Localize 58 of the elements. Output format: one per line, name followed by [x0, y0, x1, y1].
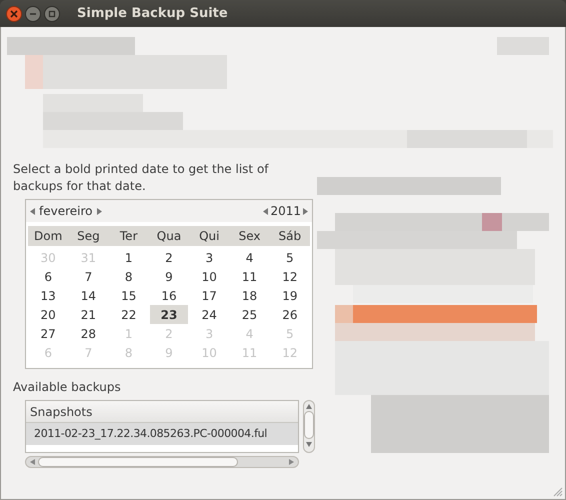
calendar-day[interactable]: 18: [230, 286, 269, 305]
scrollbar-thumb[interactable]: [304, 411, 314, 439]
calendar-day[interactable]: 24: [190, 305, 228, 324]
calendar-day[interactable]: 26: [270, 305, 309, 324]
maximize-icon[interactable]: [44, 6, 60, 22]
previous-year-icon[interactable]: [263, 208, 268, 214]
calendar-day[interactable]: 17: [190, 286, 228, 305]
calendar-day[interactable]: 27: [29, 324, 68, 343]
weekday-label: Dom: [33, 228, 64, 245]
calendar-day[interactable]: 22: [110, 305, 148, 324]
calendar-day[interactable]: 25: [230, 305, 269, 324]
calendar-day[interactable]: 3: [190, 248, 228, 267]
calendar-day[interactable]: 19: [270, 286, 309, 305]
calendar-day[interactable]: 20: [29, 305, 68, 324]
month-label: fevereiro: [39, 203, 92, 220]
calendar-day[interactable]: 9: [150, 267, 188, 286]
minimize-icon[interactable]: [25, 6, 41, 22]
calendar-day[interactable]: 4: [230, 248, 269, 267]
section-label: Available backups: [13, 379, 121, 396]
window-title: Simple Backup Suite: [77, 4, 228, 23]
vertical-scrollbar[interactable]: [303, 400, 315, 453]
calendar-day[interactable]: 2: [150, 248, 188, 267]
calendar-day[interactable]: 11: [230, 267, 269, 286]
column-header[interactable]: Snapshots: [26, 401, 298, 423]
calendar-day[interactable]: 6: [29, 267, 68, 286]
up-arrow-icon[interactable]: [306, 404, 312, 409]
calendar-day[interactable]: 5: [270, 248, 309, 267]
calendar-day[interactable]: 23: [150, 305, 188, 324]
weekday-label: Sex: [238, 228, 262, 245]
calendar-day[interactable]: 15: [110, 286, 148, 305]
weekday-label: Ter: [118, 228, 138, 245]
calendar-day[interactable]: 28: [69, 324, 108, 343]
horizontal-scrollbar[interactable]: [25, 456, 299, 468]
year-label: 2011: [270, 203, 301, 220]
down-arrow-icon[interactable]: [306, 442, 312, 447]
right-arrow-icon[interactable]: [289, 459, 294, 465]
calendar-day[interactable]: 7: [69, 267, 108, 286]
calendar-day[interactable]: 12: [270, 267, 309, 286]
snapshot-row[interactable]: 2011-02-23_17.22.34.085263.PC-000004.ful: [26, 423, 298, 445]
resize-grip-icon[interactable]: [553, 487, 563, 497]
close-icon[interactable]: [6, 6, 22, 22]
weekday-label: Sáb: [278, 228, 302, 245]
weekday-label: Qua: [156, 228, 182, 245]
next-year-icon[interactable]: [303, 208, 308, 214]
weekday-label: Qui: [198, 228, 220, 245]
calendar-day[interactable]: 14: [69, 286, 108, 305]
calendar-day[interactable]: 8: [110, 267, 148, 286]
calendar-day[interactable]: 21: [69, 305, 108, 324]
calendar-day[interactable]: 13: [29, 286, 68, 305]
next-month-icon[interactable]: [96, 208, 102, 214]
weekday-label: Seg: [76, 228, 101, 245]
instruction-text: Select a bold printed date to get the list of backups for that date.: [13, 161, 270, 195]
calendar-day[interactable]: 1: [110, 248, 148, 267]
previous-month-icon[interactable]: [30, 208, 35, 214]
scrollbar-thumb[interactable]: [38, 457, 238, 467]
calendar-day[interactable]: 16: [150, 286, 188, 305]
calendar-day[interactable]: 10: [190, 267, 228, 286]
left-arrow-icon[interactable]: [30, 459, 35, 465]
